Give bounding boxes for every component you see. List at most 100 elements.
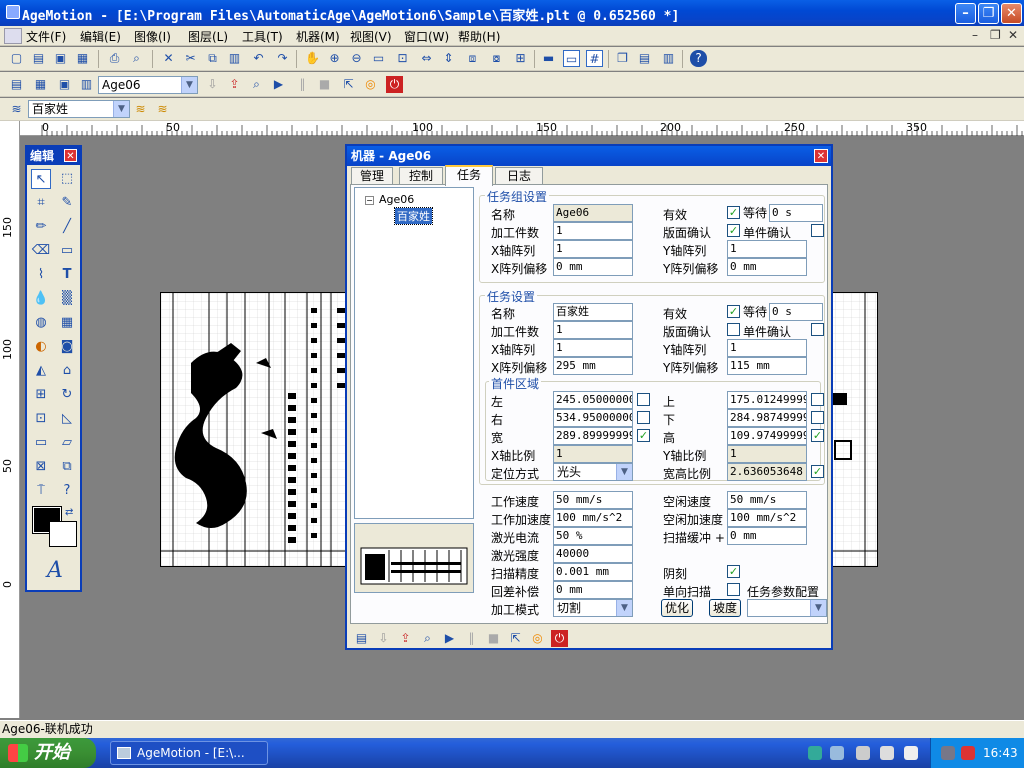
region-height-checkbox[interactable]: ✓ bbox=[811, 429, 824, 442]
machine-manager-icon[interactable]: ▤ bbox=[353, 630, 370, 647]
new-icon[interactable]: ▢ bbox=[8, 50, 25, 67]
menu-file[interactable]: 文件(F) bbox=[26, 28, 66, 45]
mdi-close-button[interactable]: ✕ bbox=[1008, 28, 1018, 42]
zoom-in-icon[interactable]: ⊕ bbox=[326, 50, 343, 67]
group-count-field[interactable]: 1 bbox=[553, 222, 633, 240]
stamp-tool-icon[interactable]: ⌂ bbox=[57, 361, 77, 381]
document-icon[interactable] bbox=[4, 28, 22, 44]
grid-tool-icon[interactable]: ▦ bbox=[57, 313, 77, 333]
rotate-tool-icon[interactable]: ↻ bbox=[57, 385, 77, 405]
pen-tool-icon[interactable]: ✎ bbox=[57, 193, 77, 213]
tree-item-task[interactable]: 百家姓 bbox=[394, 207, 433, 225]
tray-display-icon[interactable] bbox=[880, 746, 894, 760]
grid-icon[interactable]: # bbox=[586, 50, 603, 67]
layer-select[interactable]: 百家姓 ▼ bbox=[28, 100, 130, 118]
region-height-field[interactable]: 109.974999999 bbox=[727, 427, 807, 445]
color-tool-icon[interactable]: ◐ bbox=[31, 337, 51, 357]
scan-precision-field[interactable]: 0.001 mm bbox=[553, 563, 633, 581]
taskbar-item-agemotion[interactable]: AgeMotion - [E:\... bbox=[110, 741, 268, 765]
skew-tool-icon[interactable]: ▱ bbox=[57, 433, 77, 453]
pan-icon[interactable]: ✋ bbox=[304, 50, 321, 67]
menu-help[interactable]: 帮助(H) bbox=[458, 28, 500, 45]
menu-layer[interactable]: 图层(L) bbox=[188, 28, 228, 45]
select-tool-icon[interactable]: ↖ bbox=[31, 169, 51, 189]
task-xoffset-field[interactable]: 295 mm bbox=[553, 357, 633, 375]
preview-zoom-icon[interactable]: ⌕ bbox=[419, 630, 436, 647]
layer-edit-icon[interactable]: ≋ bbox=[154, 101, 171, 118]
stop-icon[interactable]: ■ bbox=[485, 630, 502, 647]
menu-image[interactable]: 图像(I) bbox=[134, 28, 171, 45]
backlash-field[interactable]: 0 mm bbox=[553, 581, 633, 599]
download-icon[interactable]: ⇩ bbox=[204, 76, 221, 93]
region-bottom-checkbox[interactable] bbox=[811, 411, 824, 424]
task-xarray-field[interactable]: 1 bbox=[553, 339, 633, 357]
menu-machine[interactable]: 机器(M) bbox=[296, 28, 340, 45]
process-mode-select[interactable]: 切割 ▼ bbox=[553, 599, 633, 617]
region-width-checkbox[interactable]: ✓ bbox=[637, 429, 650, 442]
work-acc-field[interactable]: 100 mm/s^2 bbox=[553, 509, 633, 527]
idle-speed-field[interactable]: 50 mm/s bbox=[727, 491, 807, 509]
task-yoffset-field[interactable]: 115 mm bbox=[727, 357, 807, 375]
idle-acc-field[interactable]: 100 mm/s^2 bbox=[727, 509, 807, 527]
optimize-button[interactable]: 优化 bbox=[661, 599, 693, 617]
task-piece-checkbox[interactable] bbox=[811, 323, 824, 336]
group-xoffset-field[interactable]: 0 mm bbox=[553, 258, 633, 276]
rectangle-tool-icon[interactable]: ▭ bbox=[57, 241, 77, 261]
upload-icon[interactable]: ⇪ bbox=[226, 76, 243, 93]
stop-icon[interactable]: ■ bbox=[316, 76, 333, 93]
home-icon[interactable]: ⇱ bbox=[340, 76, 357, 93]
tray-volume-icon[interactable] bbox=[904, 746, 918, 760]
region-top-checkbox[interactable] bbox=[811, 393, 824, 406]
save-all-icon[interactable]: ▦ bbox=[74, 50, 91, 67]
tray-shield-icon[interactable] bbox=[961, 746, 975, 760]
layer-add-icon[interactable]: ≋ bbox=[132, 101, 149, 118]
help-icon[interactable]: ? bbox=[690, 50, 707, 67]
copy-icon[interactable]: ⧉ bbox=[204, 50, 221, 67]
globe-tool-icon[interactable]: ◍ bbox=[31, 313, 51, 333]
eraser-tool-icon[interactable]: ⌫ bbox=[31, 241, 51, 261]
crop-tool-icon[interactable]: ⌗ bbox=[31, 193, 51, 213]
start-button[interactable]: 开始 bbox=[0, 738, 96, 768]
group-wait-field[interactable]: 0 s bbox=[769, 204, 823, 222]
task-count-field[interactable]: 1 bbox=[553, 321, 633, 339]
transform-tool-icon[interactable]: ⧉ bbox=[57, 457, 77, 477]
cut-icon[interactable]: ✂ bbox=[182, 50, 199, 67]
emergency-stop-icon[interactable]: ⏻ bbox=[386, 76, 403, 93]
group-piece-checkbox[interactable] bbox=[811, 224, 824, 237]
paste-icon[interactable]: ▥ bbox=[226, 50, 243, 67]
redo-icon[interactable]: ↷ bbox=[274, 50, 291, 67]
unidirectional-checkbox[interactable] bbox=[727, 583, 740, 596]
machine-manager-icon[interactable]: ▤ bbox=[8, 76, 25, 93]
mirror-v-icon[interactable]: ⇕ bbox=[440, 50, 457, 67]
reset-icon[interactable]: ◎ bbox=[529, 630, 546, 647]
clock[interactable]: 16:43 bbox=[983, 738, 1018, 768]
collapse-icon[interactable]: − bbox=[365, 196, 374, 205]
emergency-stop-icon[interactable]: ⏻ bbox=[551, 630, 568, 647]
gradient-tool-icon[interactable]: ▒ bbox=[57, 289, 77, 309]
region-right-field[interactable]: 534.950000000 bbox=[553, 409, 633, 427]
group-yarray-field[interactable]: 1 bbox=[727, 240, 807, 258]
tray-network-icon[interactable] bbox=[808, 746, 822, 760]
laser-current-field[interactable]: 50 % bbox=[553, 527, 633, 545]
tile-v-icon[interactable]: ▥ bbox=[660, 50, 677, 67]
background-color-swatch[interactable] bbox=[49, 521, 77, 547]
tray-security-icon[interactable] bbox=[941, 746, 955, 760]
region-ratio-checkbox[interactable]: ✓ bbox=[811, 465, 824, 478]
eyedropper-tool-icon[interactable]: ⌇ bbox=[31, 265, 51, 285]
start-icon[interactable]: ▶ bbox=[441, 630, 458, 647]
camera-tool-icon[interactable]: ◙ bbox=[57, 337, 77, 357]
task-tree[interactable]: − Age06 百家姓 bbox=[354, 187, 474, 519]
position-mode-select[interactable]: 光头 ▼ bbox=[553, 463, 633, 481]
delete-icon[interactable]: ✕ bbox=[160, 50, 177, 67]
cascade-icon[interactable]: ❐ bbox=[614, 50, 631, 67]
start-icon[interactable]: ▶ bbox=[270, 76, 287, 93]
tab-task[interactable]: 任务 bbox=[445, 165, 493, 186]
menu-edit[interactable]: 编辑(E) bbox=[80, 28, 121, 45]
machine-info-icon[interactable]: ▥ bbox=[78, 76, 95, 93]
scan-buffer-field[interactable]: 0 mm bbox=[727, 527, 807, 545]
combine-icon[interactable]: ⊞ bbox=[512, 50, 529, 67]
ungroup-icon[interactable]: ⧇ bbox=[488, 50, 505, 67]
task-name-field[interactable]: 百家姓 bbox=[553, 303, 633, 321]
menu-window[interactable]: 窗口(W) bbox=[404, 28, 449, 45]
mirror-tool-icon[interactable]: ◭ bbox=[31, 361, 51, 381]
